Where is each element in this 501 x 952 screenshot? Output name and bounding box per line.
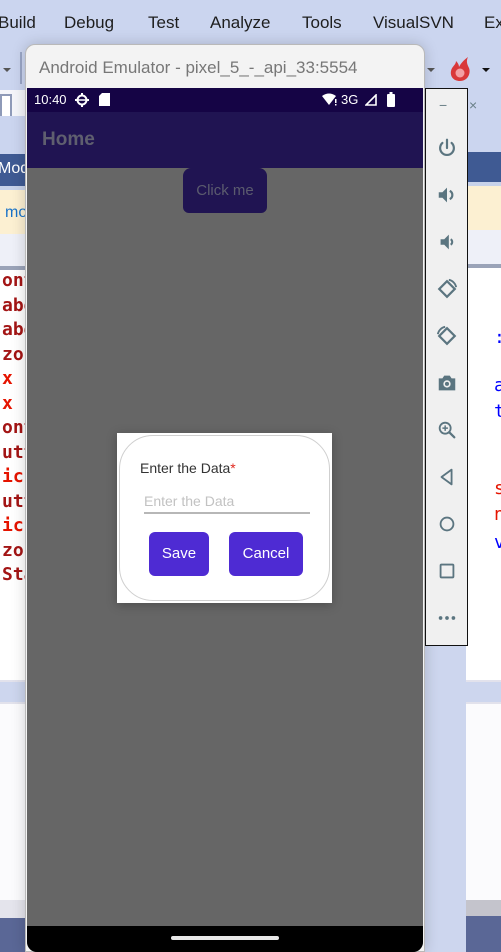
menu-debug[interactable]: Debug [64,13,114,33]
code-line: zon [2,343,26,365]
menu-test[interactable]: Test [148,13,179,33]
code-line: abe [2,294,26,316]
data-input[interactable] [144,490,310,514]
home-button[interactable] [426,506,467,542]
phone-screen: 10:40 3G Home Click me Enter the Data* E… [27,88,423,952]
minimize-button[interactable]: − [439,97,447,113]
volume-up-icon [438,187,453,203]
dialog-frame: Enter the Data* Save Cancel [119,435,330,601]
code-line: x [2,368,13,389]
sd-card-icon [99,93,110,106]
click-me-button[interactable]: Click me [183,168,267,213]
screenshot-button[interactable] [426,365,467,401]
rotate-right-icon [436,325,456,346]
toolbar-dropdown-arrow-icon[interactable] [427,68,435,72]
wifi-icon [322,93,337,106]
code-line: ont [2,417,26,438]
vs-editor-right-strip: : at snv [466,90,501,952]
code-line: t [494,401,501,422]
emulator-side-toolbar: − × [425,88,477,646]
code-line: a [494,375,501,396]
overview-icon [439,563,454,579]
zoom-button[interactable] [426,412,467,448]
emulator-window-title: Android Emulator - pixel_5_-_api_33:5554 [39,58,358,77]
code-line: x [2,392,13,414]
code-line: ick [2,515,26,536]
power-button[interactable] [426,130,467,166]
code-line: zon [2,539,26,561]
info-bar-text: mo [5,204,26,221]
status-bar: 10:40 3G [27,88,423,112]
signal-icon [365,94,377,106]
editor-tab-label[interactable]: Mod [0,160,26,178]
vs-editor-left-strip: Mod mo ont abe abe zon x x ont utt ick utt ick zo… [0,90,26,952]
code-line: abe [2,319,26,340]
power-icon [438,138,455,157]
data-field-label: Enter the Data* [140,460,236,476]
code-line: ick [2,466,26,487]
gesture-nav-bar [27,926,423,952]
hot-reload-dropdown-icon[interactable] [482,68,490,72]
back-button[interactable] [426,459,467,495]
menu-tools[interactable]: Tools [302,13,342,33]
menu-analyze[interactable]: Analyze [210,13,270,33]
code-line: utt [2,441,26,463]
horizontal-scrollbar[interactable] [466,900,501,916]
overview-button[interactable] [426,553,467,589]
settings-icon [75,93,89,107]
code-line: Sta [2,564,26,585]
more-button[interactable] [426,600,467,636]
menu-visualsvn[interactable]: VisualSVN [373,13,454,33]
battery-icon [387,92,395,107]
code-line: ont [2,270,26,291]
home-gesture-handle[interactable] [171,936,279,940]
rotate-left-button[interactable] [426,271,467,307]
cancel-button[interactable]: Cancel [229,532,303,576]
code-line: n [494,504,501,525]
volume-down-icon [440,234,453,250]
required-marker: * [230,460,236,476]
code-line: s [494,478,501,499]
code-line: v [494,532,501,553]
vs-menubar: Build Debug Test Analyze Tools VisualSVN… [0,0,501,46]
enter-data-dialog: Enter the Data* Save Cancel [117,433,332,603]
network-type: 3G [341,92,359,107]
page-title: Home [42,129,95,150]
close-button[interactable]: × [469,97,477,113]
data-field-label-text: Enter the Data [140,460,231,476]
rotate-left-icon [437,278,457,299]
code-line: : [494,327,501,348]
app-bar: Home [27,112,423,168]
code-line: utt [2,490,26,512]
more-icon [438,616,455,620]
zoom-icon [438,421,455,439]
toolbar-separator [20,52,22,84]
menu-build[interactable]: Build [0,13,36,33]
rotate-right-button[interactable] [426,318,467,354]
volume-down-button[interactable] [426,224,467,260]
volume-up-button[interactable] [426,177,467,213]
menu-extensions[interactable]: Ex [484,13,501,33]
save-button[interactable]: Save [149,532,209,576]
status-time: 10:40 [34,92,67,107]
toolbar-dropdown-arrow-icon[interactable] [3,68,11,72]
hot-reload-icon[interactable] [449,56,471,82]
camera-icon [438,375,455,391]
back-icon [440,468,452,486]
home-icon [439,516,454,532]
